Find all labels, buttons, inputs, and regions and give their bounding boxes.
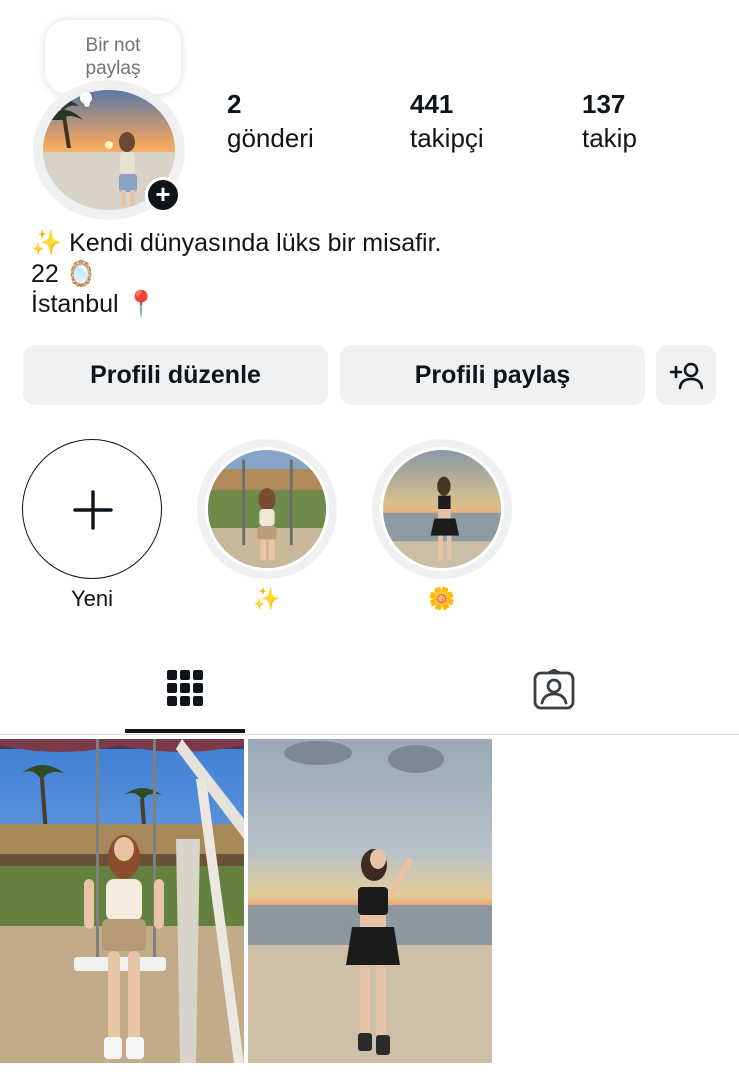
tab-tagged[interactable] — [494, 665, 614, 735]
stat-followers[interactable]: 441 takipçi — [410, 88, 484, 156]
tab-posts-grid[interactable] — [125, 665, 245, 735]
highlight-sparkles[interactable]: ✨ — [196, 439, 338, 613]
highlight-ring — [197, 439, 337, 579]
highlight-caption: 🌼 — [428, 586, 456, 611]
stat-posts-label: gönderi — [227, 123, 314, 153]
stat-posts-count: 2 — [227, 89, 242, 119]
add-person-icon — [669, 362, 703, 390]
add-story-button[interactable]: + — [145, 177, 181, 213]
stat-followers-count: 441 — [410, 89, 454, 119]
highlight-photo — [380, 447, 504, 571]
highlight-daisy[interactable]: 🌼 — [371, 439, 513, 613]
stat-posts[interactable]: 2 gönderi — [227, 88, 314, 156]
bio-line: İstanbul 📍 — [31, 290, 157, 318]
bio-line: 22 🪞 — [31, 259, 97, 288]
stat-following-count: 137 — [582, 89, 626, 119]
active-tab-indicator — [125, 729, 245, 733]
highlight-caption: ✨ — [253, 586, 281, 611]
profile-avatar[interactable]: + — [33, 80, 195, 224]
plus-icon — [73, 490, 113, 530]
note-placeholder: Bir not paylaş — [85, 35, 141, 79]
note-bubble-tail-small — [84, 101, 90, 107]
stat-following[interactable]: 137 takip — [582, 88, 637, 156]
highlight-new-ring — [22, 439, 162, 579]
grid-icon — [167, 670, 203, 706]
post-photo-beach — [248, 739, 492, 1063]
highlight-photo — [205, 447, 329, 571]
post-photo-swing — [0, 739, 244, 1063]
highlight-ring — [372, 439, 512, 579]
stat-following-label: takip — [582, 123, 637, 153]
tab-divider — [0, 734, 739, 735]
highlight-new[interactable]: Yeni — [21, 439, 163, 613]
post-thumbnail[interactable] — [248, 739, 492, 1063]
profile-bio: ✨ Kendi dünyasında lüks bir misafir. 22 … — [31, 228, 442, 320]
tagged-icon — [533, 669, 575, 710]
stat-followers-label: takipçi — [410, 123, 484, 153]
discover-people-button[interactable] — [656, 345, 716, 405]
post-thumbnail[interactable] — [0, 739, 244, 1063]
bio-line: ✨ Kendi dünyasında lüks bir misafir. — [31, 229, 442, 257]
edit-profile-button[interactable]: Profili düzenle — [23, 345, 328, 405]
share-profile-button[interactable]: Profili paylaş — [340, 345, 645, 405]
highlight-caption: Yeni — [70, 586, 113, 611]
